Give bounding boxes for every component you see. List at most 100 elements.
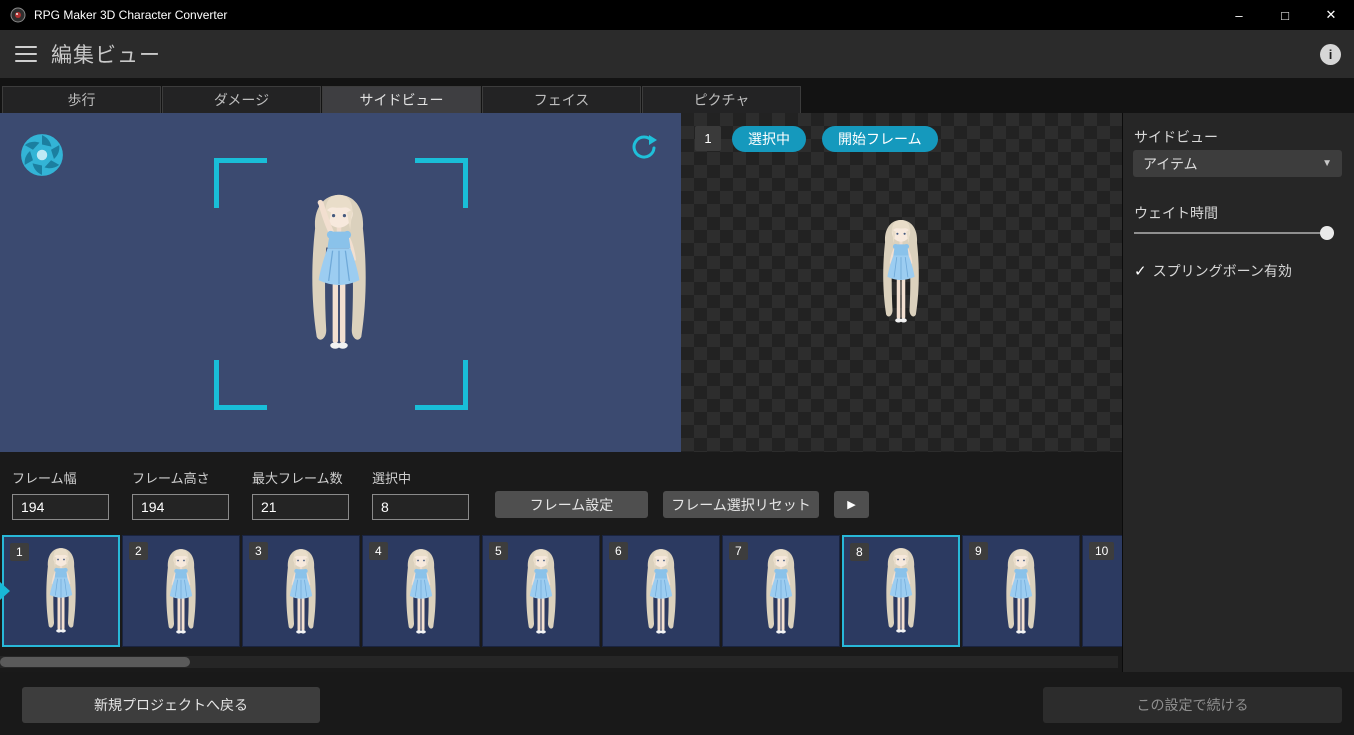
frame-character-sprite [753, 544, 809, 640]
frame-bracket-top-left [214, 158, 267, 208]
play-button[interactable]: ▶ [834, 491, 869, 518]
slider-track[interactable] [1134, 232, 1334, 234]
app-logo-icon [10, 7, 26, 23]
tab-item[interactable]: フェイス [482, 86, 641, 113]
start-frame-button[interactable]: 開始フレーム [822, 126, 938, 152]
tab-label: フェイス [533, 92, 590, 108]
tab-item[interactable]: サイドビュー [322, 86, 481, 113]
frame-height-input[interactable] [132, 494, 229, 520]
playhead-marker-icon [0, 582, 10, 600]
frame-thumbnail[interactable]: 9 [962, 535, 1080, 647]
tab-label: サイドビュー [359, 92, 444, 108]
frame-thumbnail[interactable]: 1 [2, 535, 120, 647]
dropdown-value: アイテム [1143, 155, 1198, 172]
rotate-view-icon[interactable] [629, 133, 659, 163]
tab-item[interactable]: 歩行 [2, 86, 161, 113]
character-model [288, 185, 390, 361]
frame-bracket-bottom-left [214, 360, 267, 410]
frame-thumbnail[interactable]: 10 [1082, 535, 1122, 647]
frame-width-input[interactable] [12, 494, 109, 520]
wait-time-slider[interactable] [1134, 225, 1334, 241]
max-frames-group: 最大フレーム数 [252, 468, 349, 520]
tab-item[interactable]: ダメージ [162, 86, 321, 113]
frame-character-sprite [873, 543, 929, 639]
springbone-label: スプリングボーン有効 [1152, 263, 1292, 279]
frame-thumbnail[interactable]: 5 [482, 535, 600, 647]
character-sprite [867, 213, 935, 331]
frame-character-sprite [1113, 544, 1122, 640]
frame-thumbnail[interactable]: 2 [122, 535, 240, 647]
selected-frame-group: 選択中 [372, 468, 469, 520]
frame-character-sprite [993, 544, 1049, 640]
springbone-checkbox[interactable]: ✓ スプリングボーン有効 [1134, 261, 1292, 281]
frame-thumbnail[interactable]: 6 [602, 535, 720, 647]
frame-thumbnail[interactable]: 8 [842, 535, 960, 647]
filmstrip-scrollbar[interactable] [0, 656, 1118, 668]
info-icon[interactable]: i [1320, 43, 1341, 65]
max-frames-input[interactable] [252, 494, 349, 520]
slider-thumb[interactable] [1320, 226, 1334, 240]
frame-number-badge: 1 [10, 543, 29, 561]
frame-number-badge: 3 [249, 542, 268, 560]
frame-character-sprite [33, 543, 89, 639]
title-bar: RPG Maker 3D Character Converter – □ ✕ [0, 0, 1354, 30]
settings-sidebar: サイドビュー アイテム ▼ ウェイト時間 ✓ スプリングボーン有効 [1122, 113, 1354, 672]
frame-width-label: フレーム幅 [12, 471, 77, 486]
frame-bracket-bottom-right [415, 360, 468, 410]
minimize-button[interactable]: – [1216, 0, 1262, 30]
frame-number-badge: 4 [369, 542, 388, 560]
scrollbar-thumb[interactable] [0, 657, 190, 667]
frame-thumbnail[interactable]: 4 [362, 535, 480, 647]
frame-settings-button[interactable]: フレーム設定 [495, 491, 648, 518]
max-frames-label: 最大フレーム数 [252, 471, 343, 486]
header: 編集ビュー i [0, 30, 1354, 78]
pose-preview-panel [0, 113, 681, 452]
selected-frame-label: 選択中 [372, 471, 412, 486]
frame-height-label: フレーム高さ [132, 471, 210, 486]
tab-label: ダメージ [213, 92, 270, 108]
frame-character-sprite [513, 544, 569, 640]
frame-number-badge: 2 [129, 542, 148, 560]
frame-panel: フレーム幅 フレーム高さ 最大フレーム数 選択中 フレーム設定 フレーム選択リセ… [0, 452, 1122, 672]
frame-character-sprite [153, 544, 209, 640]
sprite-preview-panel: 1 選択中 開始フレーム [681, 113, 1122, 452]
frame-character-sprite [633, 544, 689, 640]
frame-width-group: フレーム幅 [12, 468, 109, 520]
menu-icon[interactable] [15, 46, 37, 62]
current-frame-badge: 1 [695, 126, 721, 151]
close-button[interactable]: ✕ [1308, 0, 1354, 30]
sidebar-title: サイドビュー [1134, 129, 1218, 145]
frame-number-badge: 9 [969, 542, 988, 560]
continue-button[interactable]: この設定で続ける [1043, 687, 1342, 723]
filmstrip: 1 2 3 4 5 6 7 8 9 10 [0, 535, 1122, 651]
window-title: RPG Maker 3D Character Converter [34, 8, 228, 22]
maximize-button[interactable]: □ [1262, 0, 1308, 30]
tab-label: ピクチャ [693, 92, 750, 108]
page-title: 編集ビュー [51, 44, 161, 67]
frame-character-sprite [393, 544, 449, 640]
selected-frame-button[interactable]: 選択中 [732, 126, 806, 152]
frame-number-badge: 8 [850, 543, 869, 561]
tab-label: 歩行 [67, 92, 96, 108]
frame-number-badge: 5 [489, 542, 508, 560]
frame-number-badge: 6 [609, 542, 628, 560]
check-icon: ✓ [1134, 263, 1147, 280]
chevron-down-icon: ▼ [1322, 158, 1332, 169]
tab-item[interactable]: ピクチャ [642, 86, 801, 113]
wait-time-label: ウェイト時間 [1134, 205, 1218, 221]
frame-number-badge: 7 [729, 542, 748, 560]
frame-reset-button[interactable]: フレーム選択リセット [663, 491, 819, 518]
frame-thumbnail[interactable]: 7 [722, 535, 840, 647]
aperture-icon[interactable] [19, 132, 65, 178]
frame-thumbnail[interactable]: 3 [242, 535, 360, 647]
frame-bracket-top-right [415, 158, 468, 208]
tab-bar: 歩行 ダメージ サイドビュー フェイス ピクチャ [0, 78, 1354, 113]
frame-height-group: フレーム高さ [132, 468, 229, 520]
window-controls: – □ ✕ [1216, 0, 1354, 30]
footer-bar: 新規プロジェクトへ戻る この設定で続ける [0, 672, 1354, 735]
app-window: RPG Maker 3D Character Converter – □ ✕ 編… [0, 0, 1354, 735]
back-to-project-button[interactable]: 新規プロジェクトへ戻る [22, 687, 320, 723]
selected-frame-input[interactable] [372, 494, 469, 520]
sideview-type-dropdown[interactable]: アイテム ▼ [1133, 150, 1342, 177]
frame-character-sprite [273, 544, 329, 640]
